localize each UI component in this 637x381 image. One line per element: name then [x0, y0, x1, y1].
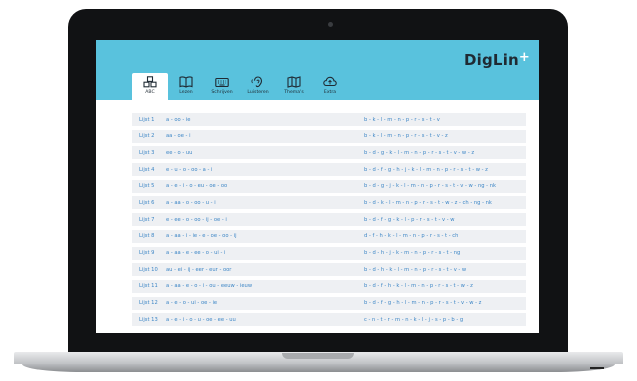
list-name[interactable]: Lijst 6: [139, 200, 154, 206]
laptop-base-edge: [22, 364, 615, 372]
tab-schrijven[interactable]: Schrijven: [204, 73, 240, 100]
laptop-open-notch: [282, 353, 354, 359]
list-row[interactable]: Lijst 5 a - e - i - o - eu - oe - oo b - d…: [132, 179, 526, 193]
tab-luisteren[interactable]: Luisteren: [240, 73, 276, 100]
book-icon: [179, 76, 193, 88]
list-consonants[interactable]: b - k - l - m - n - p - r - s - t - v - …: [364, 133, 448, 139]
list-consonants[interactable]: b - d - g - k - l - m - n - p - r - s - …: [364, 150, 474, 156]
list-name[interactable]: Lijst 9: [139, 250, 154, 256]
brand-plus: +: [518, 50, 531, 65]
list-consonants[interactable]: d - f - h - k - l - m - n - p - r - s - …: [364, 233, 458, 239]
list-row[interactable]: Lijst 10 au - ei - ij - eer - eur - oor b …: [132, 263, 526, 277]
tab-extra[interactable]: Extra: [312, 73, 348, 100]
list-consonants[interactable]: b - d - h - k - l - m - n - p - r - s - …: [364, 267, 466, 273]
list-name[interactable]: Lijst 12: [139, 300, 158, 306]
tab-label: Luisteren: [247, 90, 269, 95]
list-name[interactable]: Lijst 10: [139, 267, 158, 273]
list-consonants[interactable]: b - d - f - h - k - l - m - n - p - r - …: [364, 283, 473, 289]
list-row[interactable]: Lijst 2 aa - oe - i b - k - l - m - n - p …: [132, 129, 526, 143]
list-row[interactable]: Lijst 12 a - e - o - ui - oe - ie b - d - …: [132, 296, 526, 310]
list-consonants[interactable]: c - n - t - r - m - n - k - l - j - s - …: [364, 317, 463, 323]
tab-label: Extra: [323, 90, 337, 95]
list-vowels[interactable]: a - aa - e - o - i - ou - eeuw - ieuw: [166, 283, 252, 289]
list-consonants[interactable]: b - d - f - g - h - l - m - n - p - r - …: [364, 300, 481, 306]
list-name[interactable]: Lijst 1: [139, 117, 154, 123]
list-row[interactable]: Lijst 13 a - e - i - o - u - oe - ee - uu…: [132, 313, 526, 327]
list-row[interactable]: Lijst 7 e - ee - o - oo - ij - oe - i b - …: [132, 213, 526, 227]
list-row[interactable]: Lijst 4 e - u - o - oo - a - i b - d - f -…: [132, 163, 526, 177]
list-row[interactable]: Lijst 8 a - aa - i - ie - e - oe - oo - i…: [132, 229, 526, 243]
list-row[interactable]: Lijst 1 a - oo - ie b - k - l - m - n - p …: [132, 113, 526, 126]
list-vowels[interactable]: ee - o - uu: [166, 150, 192, 156]
list-name[interactable]: Lijst 7: [139, 217, 154, 223]
brand-name: DigLin: [464, 51, 519, 69]
list-vowels[interactable]: a - e - i - o - eu - oe - oo: [166, 183, 227, 189]
list-vowels[interactable]: a - e - o - ui - oe - ie: [166, 300, 217, 306]
app-screen: DigLin+ ABC Lezen Schrijven Luisteren Th…: [96, 40, 539, 333]
list-name[interactable]: Lijst 11: [139, 283, 158, 289]
list-consonants[interactable]: b - d - g - j - k - l - m - n - p - r - …: [364, 183, 496, 189]
main-tabs: ABC Lezen Schrijven Luisteren Thema's Ex…: [132, 73, 348, 100]
list-consonants[interactable]: b - d - f - g - k - l - p - r - s - t - …: [364, 217, 455, 223]
list-vowels[interactable]: aa - oe - i: [166, 133, 191, 139]
list-name[interactable]: Lijst 8: [139, 233, 154, 239]
tab-lezen[interactable]: Lezen: [168, 73, 204, 100]
decorative-dash: [590, 367, 604, 369]
map-icon: [287, 76, 301, 88]
list-name[interactable]: Lijst 3: [139, 150, 154, 156]
list-consonants[interactable]: b - k - l - m - n - p - r - s - t - v: [364, 117, 440, 123]
webcam: [328, 22, 333, 27]
list-consonants[interactable]: b - d - k - l - m - n - p - r - s - t - …: [364, 200, 492, 206]
list-name[interactable]: Lijst 2: [139, 133, 154, 139]
list-vowels[interactable]: a - aa - o - oo - u - i: [166, 200, 216, 206]
tab-abc[interactable]: ABC: [132, 73, 168, 100]
list-consonants[interactable]: b - d - h - j - k - m - n - p - r - s - …: [364, 250, 460, 256]
list-row[interactable]: Lijst 3 ee - o - uu b - d - g - k - l - m …: [132, 146, 526, 160]
list-vowels[interactable]: a - oo - ie: [166, 117, 191, 123]
tab-label: Lezen: [179, 90, 193, 95]
brand-logo[interactable]: DigLin+: [464, 50, 531, 69]
tab-label: Schrijven: [211, 90, 233, 95]
list-name[interactable]: Lijst 4: [139, 167, 154, 173]
list-vowels[interactable]: a - aa - e - ee - o - ui - i: [166, 250, 225, 256]
ear-icon: [251, 76, 263, 88]
list-vowels[interactable]: e - u - o - oo - a - i: [166, 167, 212, 173]
list-row[interactable]: Lijst 6 a - aa - o - oo - u - i b - d - k …: [132, 196, 526, 210]
list-row[interactable]: Lijst 11 a - aa - e - o - i - ou - eeuw -…: [132, 279, 526, 293]
app-header: DigLin+ ABC Lezen Schrijven Luisteren Th…: [96, 40, 539, 100]
cloud-upload-icon: [323, 76, 337, 87]
tab-themas[interactable]: Thema's: [276, 73, 312, 100]
list-vowels[interactable]: au - ei - ij - eer - eur - oor: [166, 267, 231, 273]
list-consonants[interactable]: b - d - f - g - h - j - k - l - m - n - …: [364, 167, 488, 173]
abc-blocks-icon: [143, 76, 157, 88]
list-name[interactable]: Lijst 13: [139, 317, 158, 323]
tab-label: ABC: [145, 90, 155, 95]
list-row[interactable]: Lijst 9 a - aa - e - ee - o - ui - i b - d…: [132, 246, 526, 260]
list-vowels[interactable]: a - aa - i - ie - e - oe - oo - ij: [166, 233, 237, 239]
list-vowels[interactable]: a - e - i - o - u - oe - ee - uu: [166, 317, 236, 323]
list-vowels[interactable]: e - ee - o - oo - ij - oe - i: [166, 217, 227, 223]
list-name[interactable]: Lijst 5: [139, 183, 154, 189]
keyboard-icon: [215, 77, 229, 88]
word-lists: Lijst 1 a - oo - ie b - k - l - m - n - p …: [132, 113, 526, 330]
tab-label: Thema's: [284, 90, 304, 95]
